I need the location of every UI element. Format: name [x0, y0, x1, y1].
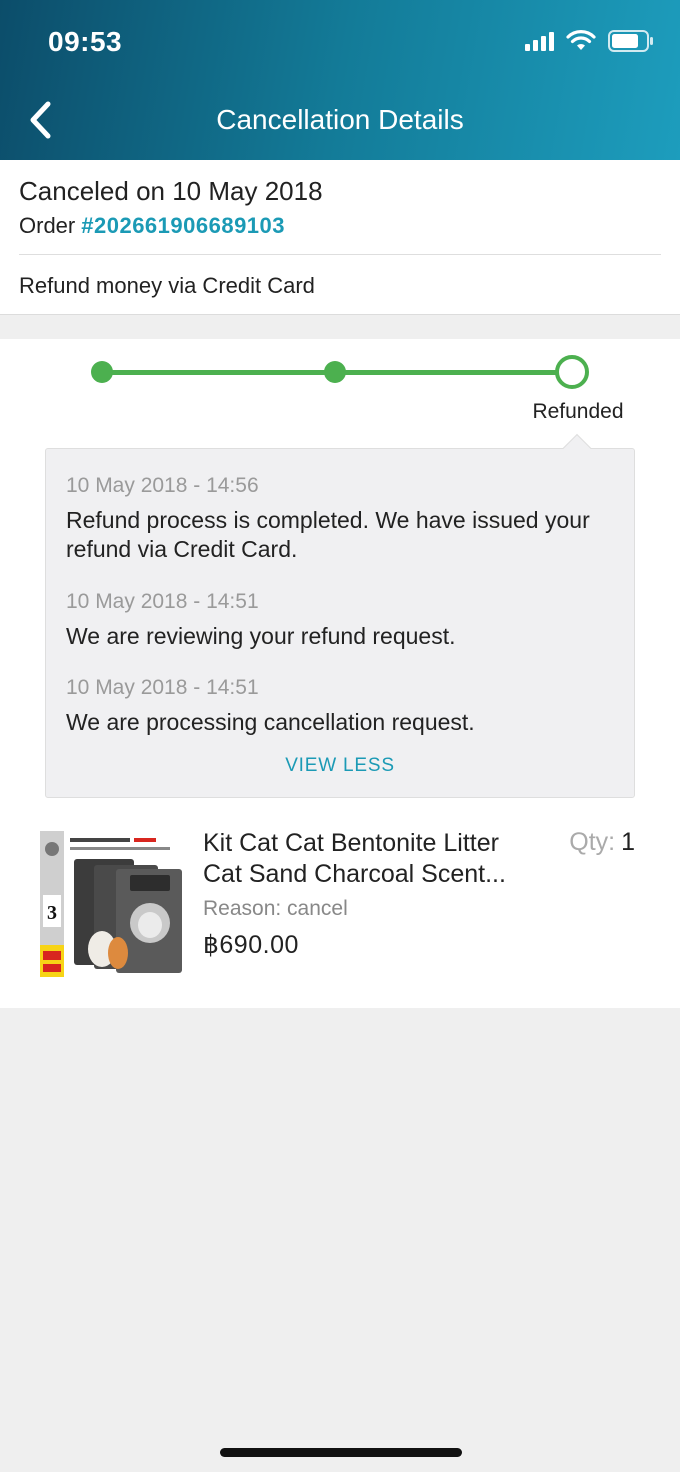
product-item[interactable]: 3 Kit Cat Cat Bentonite Litter Cat Sand … [0, 820, 680, 990]
canceled-date: Canceled on 10 May 2018 [19, 176, 323, 206]
timeline-text: Refund process is completed. We have iss… [66, 507, 590, 562]
timeline-text: We are processing cancellation request. [66, 709, 475, 735]
timeline-date: 10 May 2018 - 14:51 [66, 676, 259, 699]
page-title: Cancellation Details [216, 104, 464, 135]
order-number-link[interactable]: #202661906689103 [81, 213, 285, 238]
product-name: Kit Cat Cat Bentonite Litter Cat Sand Ch… [203, 829, 506, 888]
progress-step-1 [91, 361, 113, 383]
product-price: ฿690.00 [203, 931, 299, 959]
progress-current-label: Refunded [532, 400, 624, 423]
timeline-text: We are reviewing your refund request. [66, 623, 456, 649]
wifi-icon [566, 30, 596, 50]
qty-value: 1 [621, 828, 635, 856]
cellular-signal-icon [525, 31, 554, 51]
status-icons [525, 30, 654, 52]
divider [19, 254, 661, 255]
timeline-entry: 10 May 2018 - 14:51 We are reviewing you… [66, 588, 614, 651]
product-thumbnail: 3 [38, 827, 186, 979]
qty-label: Qty: [569, 828, 616, 856]
battery-icon [608, 30, 653, 52]
cancellation-details-card: Refunded 10 May 2018 - 14:56 Refund proc… [0, 339, 680, 1008]
timeline-entry: 10 May 2018 - 14:51 We are processing ca… [66, 674, 614, 737]
progress-step-3-current [555, 355, 589, 389]
status-time: 09:53 [48, 26, 123, 57]
view-less-button[interactable]: VIEW LESS [46, 755, 634, 777]
svg-text:3: 3 [47, 902, 57, 924]
cancellation-summary: Canceled on 10 May 2018 Order #2026619066… [0, 160, 680, 315]
progress-step-2 [324, 361, 346, 383]
app-header: 09:53 Cancellation Details [0, 0, 680, 160]
progress-tracker: Refunded [0, 339, 680, 439]
timeline-entry: 10 May 2018 - 14:56 Refund process is co… [66, 472, 614, 564]
home-indicator[interactable] [220, 1448, 462, 1457]
order-line: Order #202661906689103 [19, 213, 285, 239]
cancel-reason: Reason: cancel [203, 897, 348, 920]
timeline-date: 10 May 2018 - 14:56 [66, 474, 259, 497]
order-label: Order [19, 213, 76, 238]
refund-method: Refund money via Credit Card [19, 273, 315, 298]
product-qty: Qty: 1 [569, 828, 635, 857]
timeline-date: 10 May 2018 - 14:51 [66, 590, 259, 613]
status-timeline: 10 May 2018 - 14:56 Refund process is co… [45, 433, 635, 798]
